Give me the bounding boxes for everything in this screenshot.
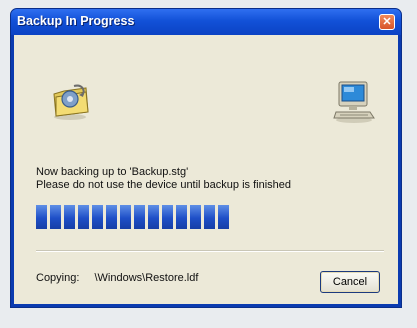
folder-gear-icon xyxy=(53,84,89,120)
progress-block xyxy=(218,205,229,229)
computer-icon xyxy=(333,81,375,123)
progress-block xyxy=(134,205,145,229)
status-line-destination: Now backing up to 'Backup.stg' xyxy=(36,166,189,178)
progress-block xyxy=(148,205,159,229)
progress-fill xyxy=(36,205,229,229)
close-button[interactable]: ✕ xyxy=(379,14,395,30)
progress-block xyxy=(176,205,187,229)
copying-row: Copying: \Windows\Restore.ldf xyxy=(36,272,198,284)
progress-block xyxy=(78,205,89,229)
dialog-title: Backup In Progress xyxy=(17,14,135,28)
progress-block xyxy=(92,205,103,229)
cancel-button[interactable]: Cancel xyxy=(320,271,380,293)
copying-path: \Windows\Restore.ldf xyxy=(94,272,199,284)
progress-block xyxy=(120,205,131,229)
progress-block xyxy=(162,205,173,229)
dialog-body: Now backing up to 'Backup.stg' Please do… xyxy=(14,35,398,304)
backup-dialog: Backup In Progress ✕ Now backing up to '… xyxy=(10,8,402,308)
close-icon: ✕ xyxy=(382,16,392,28)
progress-block xyxy=(204,205,215,229)
status-message: Now backing up to 'Backup.stg' Please do… xyxy=(36,166,384,192)
progress-block xyxy=(36,205,47,229)
status-line-warning: Please do not use the device until backu… xyxy=(36,179,291,191)
title-bar[interactable]: Backup In Progress ✕ xyxy=(11,9,401,35)
divider xyxy=(36,250,384,252)
progress-block xyxy=(190,205,201,229)
progress-block xyxy=(106,205,117,229)
copying-label: Copying: xyxy=(36,272,80,284)
progress-bar xyxy=(36,205,384,229)
progress-block xyxy=(50,205,61,229)
progress-block xyxy=(64,205,75,229)
